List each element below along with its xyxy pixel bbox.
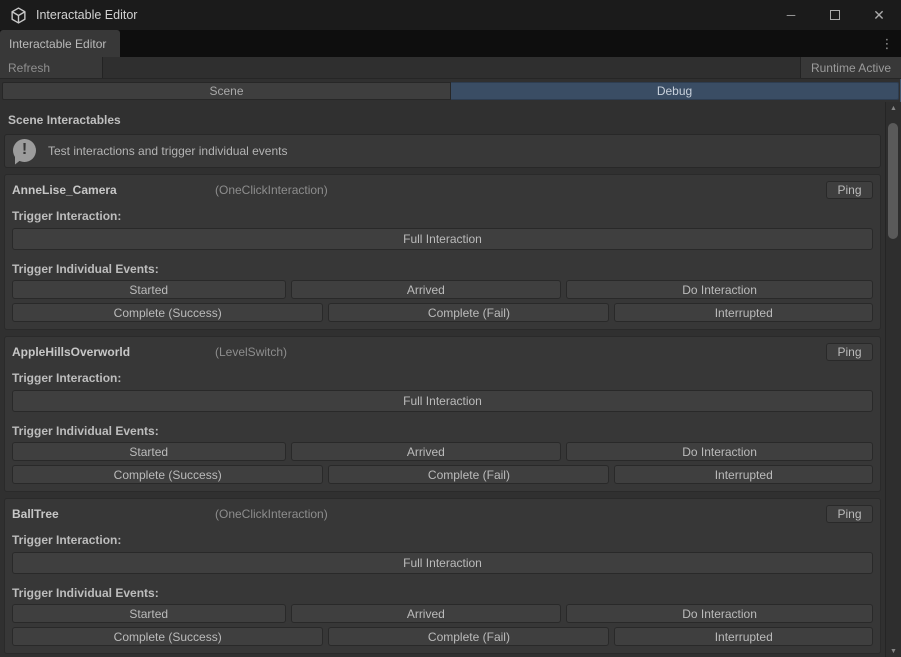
- info-speech-bubble-icon: !: [13, 139, 38, 164]
- event-button-row-1: Started Arrived Do Interaction: [12, 442, 873, 461]
- interactable-name: BallTree: [12, 507, 215, 521]
- interactable-header: AnneLise_Camera (OneClickInteraction) Pi…: [12, 181, 873, 199]
- interactable-name: AnneLise_Camera: [12, 183, 215, 197]
- minimize-button[interactable]: ─: [769, 0, 813, 30]
- full-interaction-button[interactable]: Full Interaction: [12, 390, 873, 412]
- maximize-button[interactable]: [813, 0, 857, 30]
- arrived-button[interactable]: Arrived: [291, 604, 562, 623]
- event-button-row-1: Started Arrived Do Interaction: [12, 604, 873, 623]
- interactable-section: BallTree (OneClickInteraction) Ping Trig…: [4, 498, 881, 654]
- unity-cube-icon: [10, 7, 27, 24]
- page-title: Scene Interactables: [8, 113, 877, 127]
- interactable-header: AppleHillsOverworld (LevelSwitch) Ping: [12, 343, 873, 361]
- interactable-section: AnneLise_Camera (OneClickInteraction) Pi…: [4, 174, 881, 330]
- content-area: Scene Interactables ! Test interactions …: [0, 102, 885, 657]
- info-banner: ! Test interactions and trigger individu…: [4, 134, 881, 168]
- scene-toggle-button[interactable]: Scene: [2, 82, 451, 100]
- titlebar: Interactable Editor ─ ✕: [0, 0, 901, 30]
- complete-fail-button[interactable]: Complete (Fail): [328, 627, 609, 646]
- ping-button[interactable]: Ping: [826, 505, 873, 523]
- interrupted-button[interactable]: Interrupted: [614, 465, 873, 484]
- interactable-editor-window: Interactable Editor ─ ✕ Interactable Edi…: [0, 0, 901, 657]
- view-toggle: Scene Debug: [2, 82, 899, 100]
- complete-success-button[interactable]: Complete (Success): [12, 627, 323, 646]
- trigger-individual-events-label: Trigger Individual Events:: [12, 424, 873, 438]
- scroll-down-icon[interactable]: ▼: [886, 645, 901, 657]
- full-interaction-button[interactable]: Full Interaction: [12, 228, 873, 250]
- kebab-menu-icon[interactable]: ⋮: [873, 30, 901, 57]
- close-button[interactable]: ✕: [857, 0, 901, 30]
- complete-fail-button[interactable]: Complete (Fail): [328, 465, 609, 484]
- interactable-header: BallTree (OneClickInteraction) Ping: [12, 505, 873, 523]
- do-interaction-button[interactable]: Do Interaction: [566, 280, 873, 299]
- interrupted-button[interactable]: Interrupted: [614, 627, 873, 646]
- scroll-region: Scene Interactables ! Test interactions …: [0, 102, 901, 657]
- event-button-row-2: Complete (Success) Complete (Fail) Inter…: [12, 627, 873, 646]
- started-button[interactable]: Started: [12, 604, 286, 623]
- do-interaction-button[interactable]: Do Interaction: [566, 442, 873, 461]
- complete-success-button[interactable]: Complete (Success): [12, 465, 323, 484]
- trigger-individual-events-label: Trigger Individual Events:: [12, 586, 873, 600]
- event-button-row-1: Started Arrived Do Interaction: [12, 280, 873, 299]
- debug-toggle-button[interactable]: Debug: [451, 82, 899, 100]
- interactable-type: (LevelSwitch): [215, 345, 287, 359]
- event-button-row-2: Complete (Success) Complete (Fail) Inter…: [12, 465, 873, 484]
- complete-success-button[interactable]: Complete (Success): [12, 303, 323, 322]
- trigger-interaction-label: Trigger Interaction:: [12, 209, 873, 223]
- interactable-type: (OneClickInteraction): [215, 507, 328, 521]
- scrollbar-thumb[interactable]: [888, 123, 898, 239]
- interactable-list: AnneLise_Camera (OneClickInteraction) Pi…: [2, 174, 883, 654]
- scroll-up-icon[interactable]: ▲: [886, 102, 901, 115]
- interactable-name: AppleHillsOverworld: [12, 345, 215, 359]
- interactable-section: AppleHillsOverworld (LevelSwitch) Ping T…: [4, 336, 881, 492]
- interactable-type: (OneClickInteraction): [215, 183, 328, 197]
- runtime-active-status[interactable]: Runtime Active: [800, 57, 901, 78]
- info-banner-text: Test interactions and trigger individual…: [48, 144, 287, 158]
- do-interaction-button[interactable]: Do Interaction: [566, 604, 873, 623]
- ping-button[interactable]: Ping: [826, 343, 873, 361]
- maximize-icon: [830, 10, 840, 20]
- window-controls: ─ ✕: [769, 0, 901, 30]
- complete-fail-button[interactable]: Complete (Fail): [328, 303, 609, 322]
- ping-button[interactable]: Ping: [826, 181, 873, 199]
- window-title: Interactable Editor: [36, 8, 137, 22]
- toolbar: Refresh Runtime Active: [0, 57, 901, 79]
- full-interaction-button[interactable]: Full Interaction: [12, 552, 873, 574]
- vertical-scrollbar[interactable]: ▲ ▼: [885, 102, 901, 657]
- started-button[interactable]: Started: [12, 280, 286, 299]
- trigger-interaction-label: Trigger Interaction:: [12, 371, 873, 385]
- tab-strip: Interactable Editor ⋮: [0, 30, 901, 57]
- tab-interactable-editor[interactable]: Interactable Editor: [0, 30, 120, 57]
- arrived-button[interactable]: Arrived: [291, 280, 562, 299]
- arrived-button[interactable]: Arrived: [291, 442, 562, 461]
- event-button-row-2: Complete (Success) Complete (Fail) Inter…: [12, 303, 873, 322]
- trigger-individual-events-label: Trigger Individual Events:: [12, 262, 873, 276]
- trigger-interaction-label: Trigger Interaction:: [12, 533, 873, 547]
- started-button[interactable]: Started: [12, 442, 286, 461]
- refresh-button[interactable]: Refresh: [0, 57, 103, 78]
- interrupted-button[interactable]: Interrupted: [614, 303, 873, 322]
